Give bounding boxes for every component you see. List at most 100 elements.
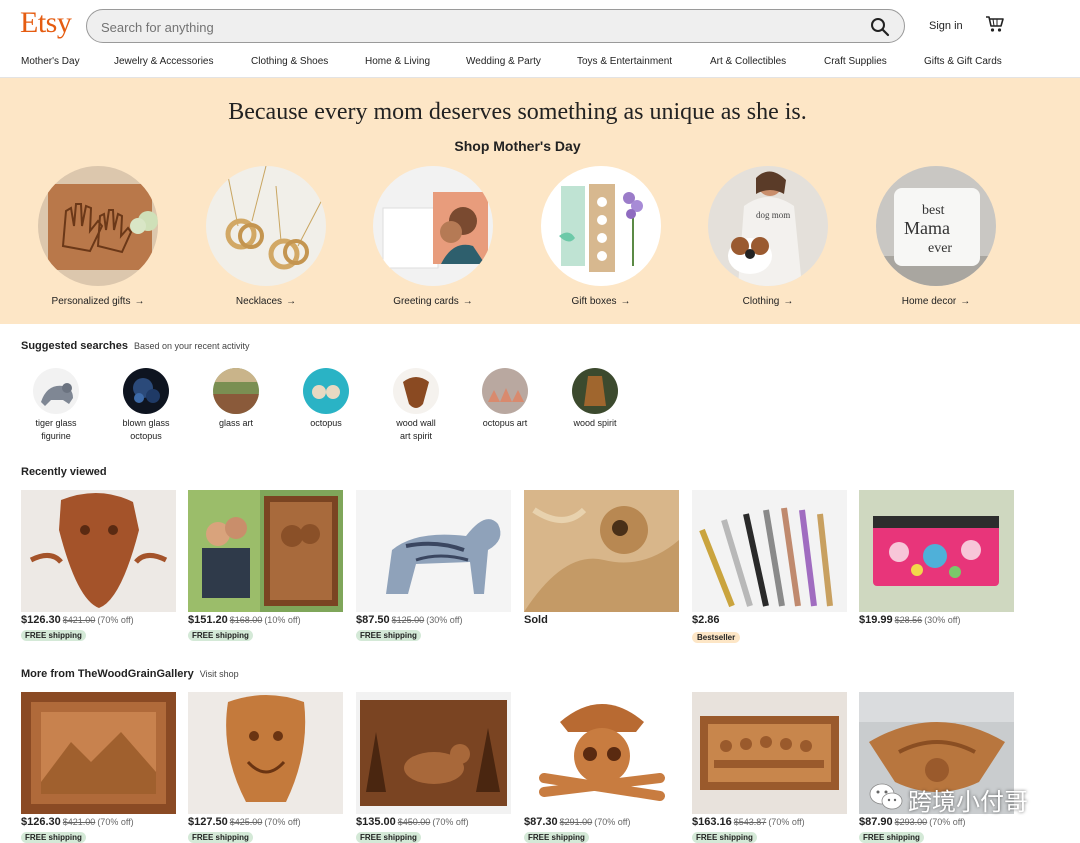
listing-discount: (10% off) <box>264 615 301 625</box>
svg-text:dog mom: dog mom <box>756 210 790 220</box>
suggestion-octopus[interactable]: octopus <box>287 368 365 430</box>
banner-headline: Because every mom deserves something as … <box>228 99 807 125</box>
listing-price: $163.16 <box>692 816 732 828</box>
free-shipping-badge: FREE shipping <box>356 832 421 843</box>
listing-image <box>188 692 343 814</box>
listing-discount: (70% off) <box>768 817 805 827</box>
suggestion-label: tiger glass <box>35 418 77 428</box>
suggestion-glass-art[interactable]: glass art <box>197 368 275 430</box>
listing-image <box>188 490 343 612</box>
listing-original-price: $125.00 <box>391 615 425 625</box>
wechat-icon <box>869 783 903 810</box>
search-bar[interactable] <box>86 9 905 43</box>
suggestion-octopus-art[interactable]: octopus art <box>466 368 544 430</box>
suggestion-label-line2: art spirit <box>399 431 432 441</box>
arrow-right-icon: → <box>960 296 971 307</box>
listing-image <box>356 692 511 814</box>
personalized-gifts-image <box>38 166 158 286</box>
arrow-right-icon: → <box>286 296 297 307</box>
site-header: Etsy Sign in <box>0 0 1080 52</box>
nav-mothers-day[interactable]: Mother's Day <box>21 56 80 67</box>
etsy-logo[interactable]: Etsy <box>20 6 72 40</box>
more-from-title: More from TheWoodGrainGallery <box>21 668 194 680</box>
svg-text:Mama: Mama <box>904 218 950 238</box>
suggestion-blown-glass-octopus[interactable]: blown glass octopus <box>107 368 185 443</box>
free-shipping-badge: FREE shipping <box>524 832 589 843</box>
watermark-text: 跨境小付哥 <box>908 789 1028 816</box>
listing-original-price: $450.00 <box>397 817 431 827</box>
suggestion-wood-wall-art-spirit[interactable]: wood wall art spirit <box>377 368 455 443</box>
arrow-right-icon: → <box>462 296 473 307</box>
svg-text:best: best <box>922 203 945 218</box>
suggestion-thumbnail <box>482 368 528 414</box>
shopping-cart-icon[interactable] <box>985 15 1005 33</box>
suggestion-thumbnail <box>33 368 79 414</box>
suggestion-label: wood wall <box>396 418 436 428</box>
listing-discount: (70% off) <box>594 817 631 827</box>
suggestion-tiger-glass-figurine[interactable]: tiger glass figurine <box>17 368 95 443</box>
listing-discount: (70% off) <box>97 817 134 827</box>
nav-art-collectibles[interactable]: Art & Collectibles <box>710 56 786 67</box>
listing-discount: (70% off) <box>264 817 301 827</box>
sold-label: Sold <box>524 614 548 626</box>
listing-image <box>21 692 176 814</box>
nav-craft-supplies[interactable]: Craft Supplies <box>824 56 887 67</box>
listing-price: $126.30 <box>21 816 61 828</box>
suggestion-wood-spirit[interactable]: wood spirit <box>556 368 634 430</box>
listing-discount: (30% off) <box>426 615 463 625</box>
suggestion-label-line2: figurine <box>41 431 71 441</box>
arrow-right-icon: → <box>620 296 631 307</box>
listing-price: $2.86 <box>692 614 720 626</box>
listing-price: $126.30 <box>21 614 61 626</box>
suggestion-label: wood spirit <box>573 418 617 428</box>
nav-gifts-gift-cards[interactable]: Gifts & Gift Cards <box>924 56 1002 67</box>
nav-jewelry-accessories[interactable]: Jewelry & Accessories <box>114 56 213 67</box>
nav-home-living[interactable]: Home & Living <box>365 56 430 67</box>
clothing-image: dog mom <box>708 166 828 286</box>
suggestion-label-line2: octopus <box>130 431 162 441</box>
listing-price: $87.90 <box>859 816 893 828</box>
listing-original-price: $28.56 <box>894 615 923 625</box>
bestseller-badge: Bestseller <box>692 632 741 643</box>
arrow-right-icon: → <box>783 296 794 307</box>
listing-image <box>524 490 679 612</box>
listing-original-price: $291.00 <box>559 817 593 827</box>
nav-clothing-shoes[interactable]: Clothing & Shoes <box>251 56 328 67</box>
svg-text:ever: ever <box>928 241 952 256</box>
listing-discount: (70% off) <box>97 615 134 625</box>
watermark: 跨境小付哥 <box>864 778 1064 816</box>
category-label: Clothing <box>742 296 780 307</box>
home-decor-image: best Mama ever <box>876 166 996 286</box>
suggestion-label: glass art <box>218 418 253 428</box>
listing-price: $19.99 <box>859 614 893 626</box>
suggested-searches-heading: Suggested searches Based on your recent a… <box>21 340 250 352</box>
listing-price: $151.20 <box>188 614 228 626</box>
listing-image <box>356 490 511 612</box>
category-label: Home decor <box>901 296 957 307</box>
suggestion-thumbnail <box>213 368 259 414</box>
suggested-title: Suggested searches <box>21 340 128 352</box>
listing-original-price: $421.00 <box>62 615 96 625</box>
category-label: Gift boxes <box>571 296 617 307</box>
category-nav: Mother's Day Jewelry & Accessories Cloth… <box>0 52 1080 78</box>
search-input[interactable] <box>99 17 839 37</box>
suggestion-label: blown glass <box>122 418 170 428</box>
free-shipping-badge: FREE shipping <box>188 832 253 843</box>
listing-original-price: $425.00 <box>229 817 263 827</box>
listing-image <box>692 692 847 814</box>
listing-image <box>692 490 847 612</box>
listing-price: $127.50 <box>188 816 228 828</box>
category-label: Necklaces <box>235 296 283 307</box>
free-shipping-badge: FREE shipping <box>859 832 924 843</box>
free-shipping-badge: FREE shipping <box>356 630 421 641</box>
sign-in-link[interactable]: Sign in <box>929 20 963 32</box>
suggestion-thumbnail <box>393 368 439 414</box>
visit-shop-link[interactable]: Visit shop <box>200 669 239 679</box>
banner-subhead[interactable]: Shop Mother's Day <box>0 138 1035 154</box>
listing-original-price: $543.87 <box>733 817 767 827</box>
category-label: Greeting cards <box>393 296 459 307</box>
nav-toys-entertainment[interactable]: Toys & Entertainment <box>577 56 672 67</box>
search-icon[interactable] <box>870 17 890 37</box>
listing-discount: (70% off) <box>432 817 469 827</box>
nav-wedding-party[interactable]: Wedding & Party <box>466 56 541 67</box>
